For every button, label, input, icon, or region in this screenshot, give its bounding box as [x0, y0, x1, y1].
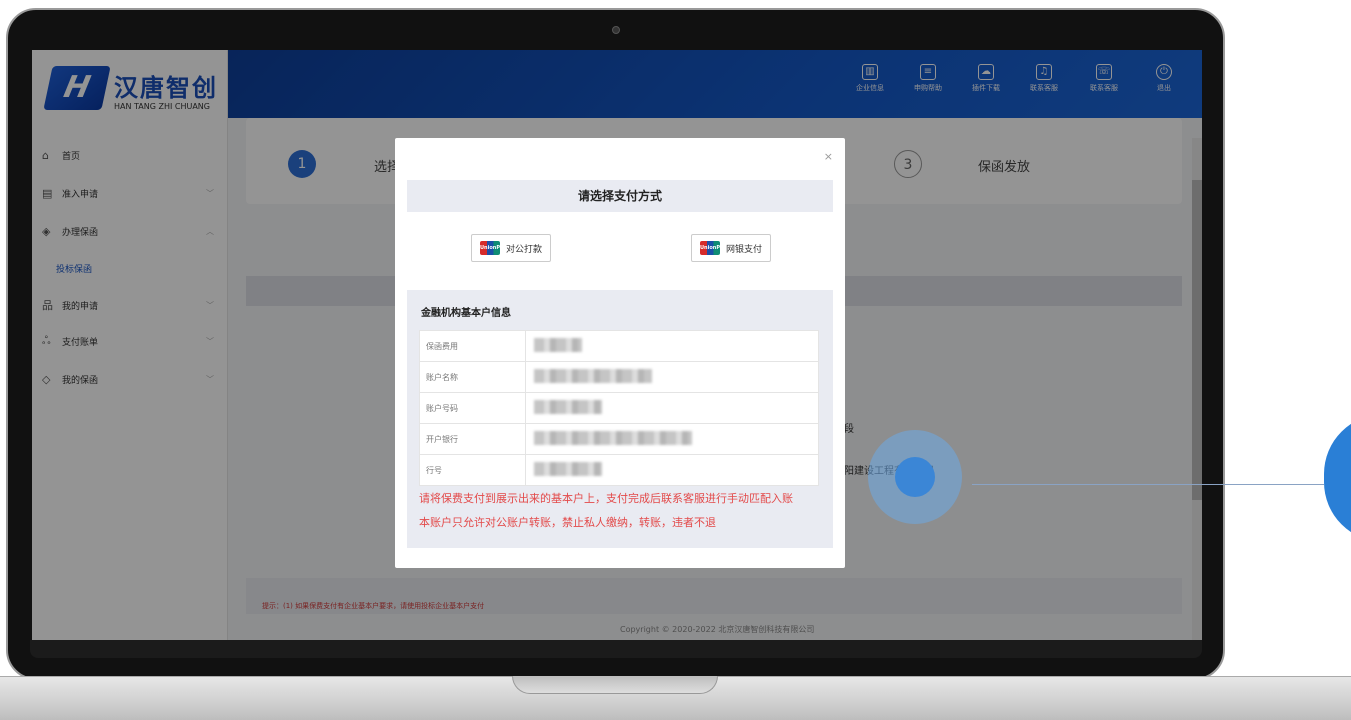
row-value-bank	[525, 423, 819, 455]
redacted-value	[534, 400, 602, 414]
row-value-account-number	[525, 392, 819, 424]
unionpay-icon: UnionPay	[480, 241, 506, 255]
row-value-bank-code	[525, 454, 819, 486]
close-icon[interactable]: ×	[824, 150, 833, 163]
row-value-fee	[525, 330, 819, 362]
redacted-value	[534, 462, 602, 476]
table-row: 开户银行	[419, 423, 819, 455]
row-value-account-name	[525, 361, 819, 393]
callout-connector-line	[972, 484, 1324, 485]
table-row: 账户名称	[419, 361, 819, 393]
app-screen: H 汉唐智创 HAN TANG ZHI CHUANG ⌂ 首页 ▤ 准入申请 ﹀…	[32, 50, 1202, 640]
table-row: 保函费用	[419, 330, 819, 362]
row-label-account-name: 账户名称	[419, 361, 526, 393]
warning-text-2: 本账户只允许对公账户转账，禁止私人缴纳，转账，违者不退	[419, 516, 716, 529]
stage: H 汉唐智创 HAN TANG ZHI CHUANG ⌂ 首页 ▤ 准入申请 ﹀…	[0, 0, 1351, 720]
redacted-value	[534, 369, 652, 383]
table-row: 行号	[419, 454, 819, 486]
laptop-base-notch	[512, 676, 718, 694]
pay-option-label: 对公打款	[506, 244, 543, 255]
bank-info-panel: 金融机构基本户信息 保函费用 账户名称 账户号码 开户银行 行号 请将保费支付到…	[407, 290, 833, 548]
row-label-bank: 开户银行	[419, 423, 526, 455]
row-label-bank-code: 行号	[419, 454, 526, 486]
table-row: 账户号码	[419, 392, 819, 424]
row-label-fee: 保函费用	[419, 330, 526, 362]
redacted-value	[534, 431, 692, 445]
modal-title: 请选择支付方式	[407, 180, 833, 212]
warning-text-1: 请将保费支付到展示出来的基本户上，支付完成后联系客服进行手动匹配入账	[419, 492, 793, 505]
bank-info-title: 金融机构基本户信息	[421, 308, 511, 319]
unionpay-icon: UnionPay	[700, 241, 726, 255]
redacted-value	[534, 338, 582, 352]
callout-bubble	[1324, 414, 1351, 542]
online-banking-button[interactable]: UnionPay 网银支付	[691, 234, 772, 262]
webcam-icon	[612, 26, 620, 34]
bank-info-table: 保函费用 账户名称 账户号码 开户银行 行号	[419, 330, 819, 486]
pay-option-label: 网银支付	[726, 244, 763, 255]
row-label-account-number: 账户号码	[419, 392, 526, 424]
payment-modal: × 请选择支付方式 UnionPay 对公打款 UnionPay 网银支付 金融…	[395, 138, 845, 568]
corporate-transfer-button[interactable]: UnionPay 对公打款	[471, 234, 552, 262]
laptop-bezel-bottom	[30, 640, 1202, 658]
click-highlight-inner	[895, 457, 935, 497]
